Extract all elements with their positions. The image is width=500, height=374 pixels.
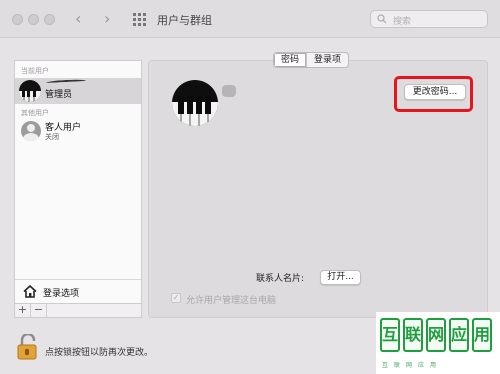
add-user-button[interactable]: + [15,304,31,317]
watermark-char: 网 [426,318,446,352]
other-users-heading: 其他用户 [21,109,49,117]
login-options-item[interactable]: 登录选项 [15,279,141,303]
redacted-name [45,78,87,86]
guest-status: 关闭 [45,133,59,141]
house-icon [23,285,37,298]
open-contact-button[interactable]: 打开... [320,270,361,285]
tab-login-items[interactable]: 登录项 [306,53,348,67]
tab-bar: 密码 登录项 [273,52,350,68]
user-list-item-admin[interactable]: 管理员 [15,78,141,104]
avatar [19,80,41,102]
watermark-logo: 互 联 网 应 用 互联网应用 [376,312,500,374]
guest-avatar [21,121,41,141]
watermark-subtitle: 互联网应用 [382,362,443,369]
user-list-item-guest[interactable]: 客人用户 关闭 [15,119,141,145]
user-role-label: 管理员 [45,90,73,100]
search-icon [377,14,387,24]
zoom-window-button[interactable] [44,14,55,25]
lock-icon[interactable] [16,332,40,360]
watermark-char: 互 [380,318,400,352]
add-remove-bar: + − [15,303,141,317]
minimize-window-button[interactable] [28,14,39,25]
close-window-button[interactable] [12,14,23,25]
current-user-heading: 当前用户 [21,67,49,75]
search-placeholder: 搜索 [393,17,412,27]
redacted-user-name [222,85,236,97]
lock-hint-text: 点按锁按钮以防再次更改。 [45,348,154,358]
forward-chevron-right-icon[interactable]: › [104,9,110,28]
user-list-sidebar: 当前用户 管理员 其他用户 客人用户 关闭 登录选项 + − [14,60,142,318]
watermark-char: 应 [449,318,469,352]
watermark-char: 联 [403,318,423,352]
login-options-label: 登录选项 [43,289,80,299]
title-bar: ‹ › 用户与群组 搜索 [0,0,500,38]
user-avatar-large[interactable] [172,80,218,126]
search-input[interactable]: 搜索 [370,10,488,28]
allow-admin-label: 允许用户管理这台电脑 [186,296,277,306]
allow-admin-checkbox[interactable]: ✓ [171,293,181,303]
contact-card-label: 联系人名片: [256,274,305,284]
remove-user-button[interactable]: − [31,304,47,317]
tab-password[interactable]: 密码 [274,53,307,67]
window-title: 用户与群组 [157,14,212,27]
highlight-box [394,76,473,112]
back-chevron-left-icon[interactable]: ‹ [75,9,81,28]
watermark-char: 用 [472,318,492,352]
grid-icon[interactable] [133,13,146,26]
